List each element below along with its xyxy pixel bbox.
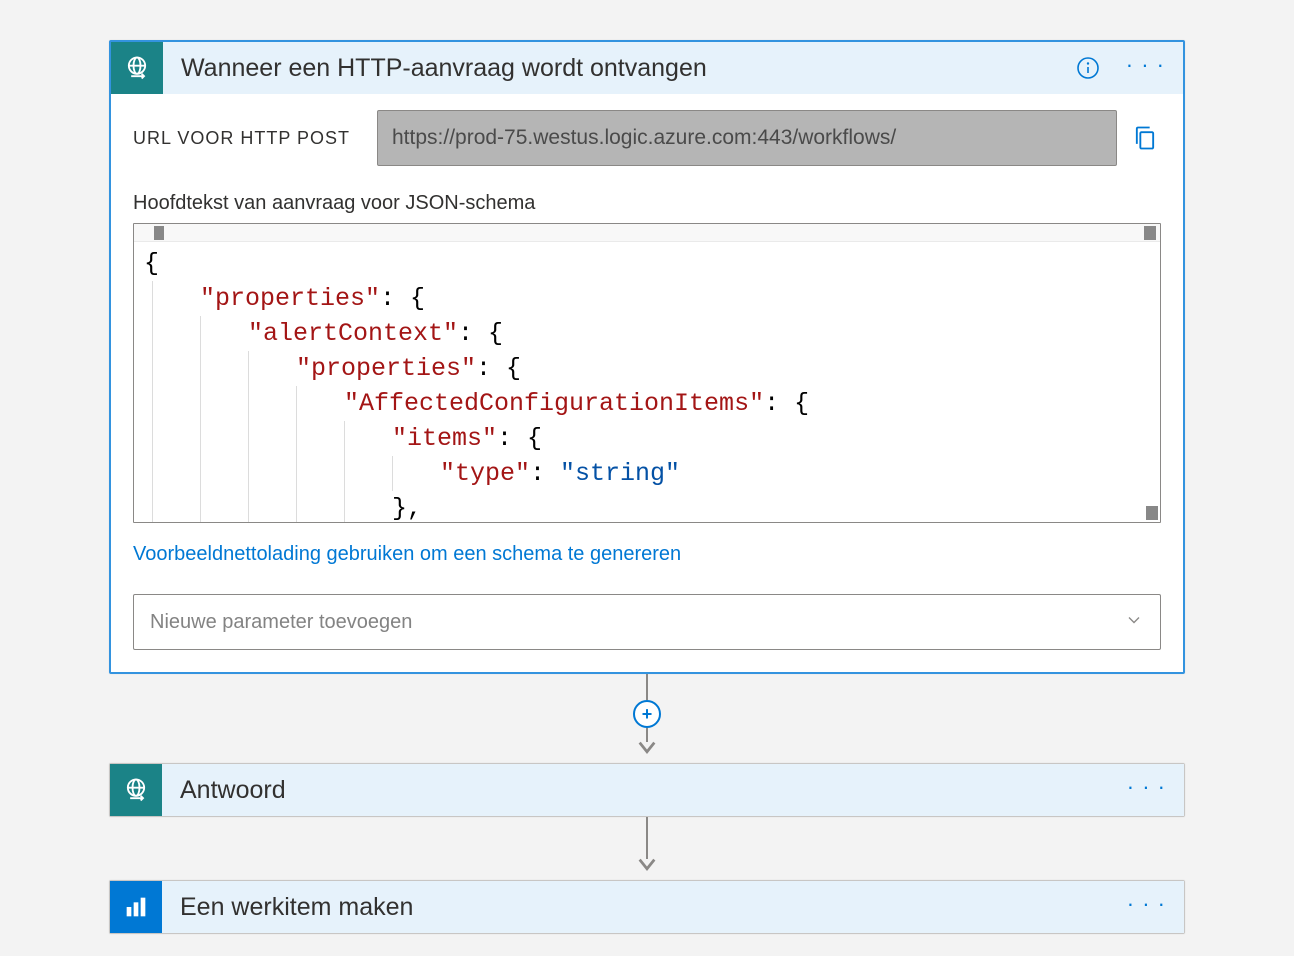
url-field[interactable]: https://prod-75.westus.logic.azure.com:4… [377, 110, 1117, 166]
workitem-title: Een werkitem maken [180, 893, 1119, 922]
response-icon [110, 764, 162, 816]
add-step-button[interactable]: + [633, 700, 661, 728]
connector-add: + [633, 674, 661, 763]
devops-icon [110, 881, 162, 933]
trigger-card: Wanneer een HTTP-aanvraag wordt ontvange… [109, 40, 1185, 674]
workitem-card[interactable]: Een werkitem maken · · · [109, 880, 1185, 934]
trigger-menu-button[interactable]: · · · [1118, 54, 1173, 76]
code-line: "items": { [134, 421, 1160, 456]
use-sample-payload-link[interactable]: Voorbeeldnettolading gebruiken om een sc… [133, 543, 681, 566]
schema-label: Hoofdtekst van aanvraag voor JSON-schema [133, 192, 1161, 215]
code-line: "properties": { [134, 281, 1160, 316]
json-schema-editor[interactable]: {"properties": {"alertContext": {"proper… [133, 223, 1161, 523]
code-line: "AffectedConfigurationItems": { [134, 386, 1160, 421]
editor-scrollbar-corner[interactable] [1146, 506, 1158, 520]
trigger-header[interactable]: Wanneer een HTTP-aanvraag wordt ontvange… [111, 42, 1183, 94]
workitem-menu-button[interactable]: · · · [1119, 893, 1174, 915]
chevron-down-icon [1124, 610, 1144, 635]
response-menu-button[interactable]: · · · [1119, 776, 1174, 798]
code-line: { [134, 246, 1160, 281]
add-parameter-dropdown[interactable]: Nieuwe parameter toevoegen [133, 594, 1161, 650]
url-label: URL VOOR HTTP POST [133, 128, 363, 149]
copy-icon[interactable] [1131, 123, 1161, 153]
connector [636, 817, 658, 880]
editor-scrollbar-top[interactable] [134, 224, 1160, 242]
code-line: "properties": { [134, 351, 1160, 386]
code-line: "type": "string" [134, 456, 1160, 491]
code-line: "alertContext": { [134, 316, 1160, 351]
response-header[interactable]: Antwoord · · · [110, 764, 1184, 816]
http-request-icon [111, 42, 163, 94]
workitem-header[interactable]: Een werkitem maken · · · [110, 881, 1184, 933]
response-card[interactable]: Antwoord · · · [109, 763, 1185, 817]
add-parameter-placeholder: Nieuwe parameter toevoegen [150, 611, 412, 634]
arrow-down-icon [636, 857, 658, 880]
trigger-title: Wanneer een HTTP-aanvraag wordt ontvange… [181, 54, 1076, 83]
code-line: }, [134, 491, 1160, 522]
arrow-down-icon [636, 740, 658, 763]
info-icon[interactable] [1076, 56, 1100, 80]
response-title: Antwoord [180, 776, 1119, 805]
